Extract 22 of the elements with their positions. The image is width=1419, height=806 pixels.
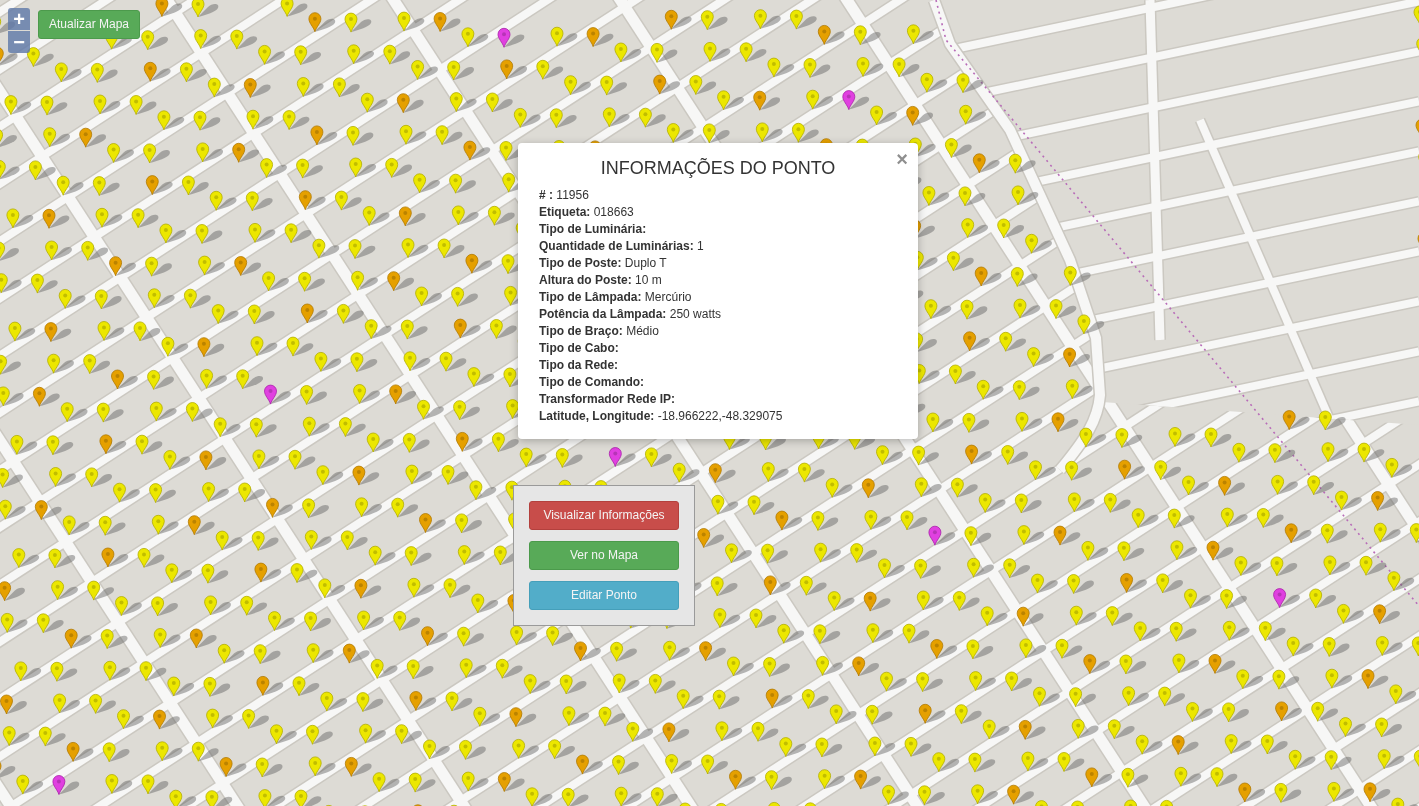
info-line: Tipo de Braço: Médio: [539, 323, 660, 340]
info-line: Tipo de Comando:: [539, 374, 646, 391]
info-line: Tipo de Poste: Duplo T: [539, 255, 668, 272]
info-line: Etiqueta: 018663: [539, 204, 635, 221]
info-line: Potência da Lâmpada: 250 watts: [539, 306, 723, 323]
popup-title: INFORMAÇÕES DO PONTO: [599, 157, 837, 179]
menu-button[interactable]: Ver no Mapa: [529, 541, 679, 570]
info-line: # : 11956: [539, 187, 590, 204]
info-line: Quantidade de Luminárias: 1: [539, 238, 705, 255]
info-line: Tipo de Luminária:: [539, 221, 648, 238]
refresh-map-button[interactable]: Atualizar Mapa: [38, 10, 141, 39]
info-line: Altura do Poste: 10 m: [539, 272, 663, 289]
info-line: Tipo de Cabo:: [539, 340, 620, 357]
info-line: Latitude, Longitude: -18.966222,-48.329075: [539, 408, 784, 425]
menu-button[interactable]: Visualizar Informações: [529, 501, 679, 530]
info-line: Transformador Rede IP:: [539, 391, 677, 408]
info-line: Tipo da Rede:: [539, 357, 620, 374]
close-button[interactable]: ×: [894, 149, 910, 169]
info-line: Tipo de Lâmpada: Mercúrio: [539, 289, 693, 306]
menu-button[interactable]: Editar Ponto: [529, 581, 679, 610]
zoom-in-button[interactable]: +: [8, 8, 30, 30]
zoom-out-button[interactable]: −: [8, 31, 30, 53]
